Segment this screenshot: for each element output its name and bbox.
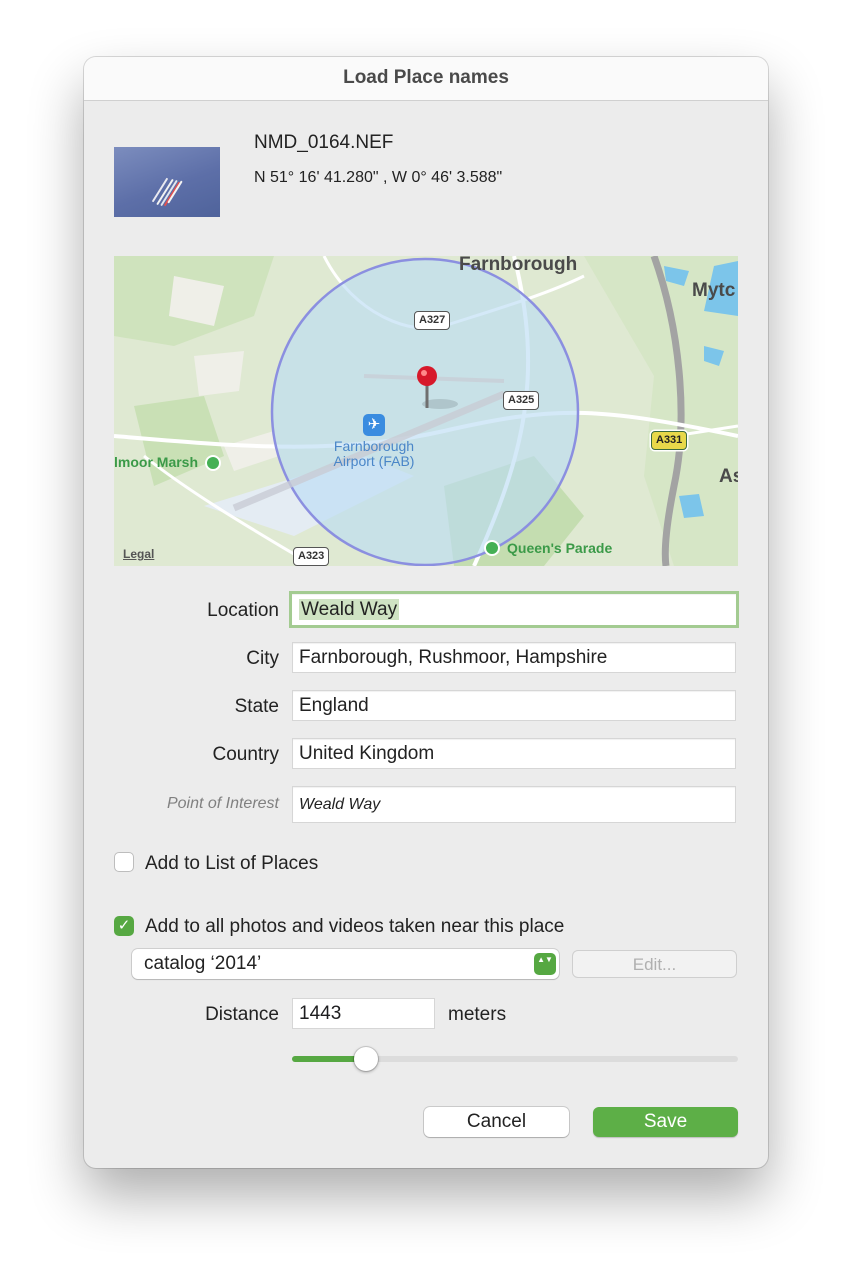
location-map[interactable]: Farnborough Mytc As A327 A325 A331 A323 … xyxy=(114,256,738,566)
map-background xyxy=(114,256,738,566)
add-to-list-label[interactable]: Add to List of Places xyxy=(145,853,318,875)
popup-arrows-icon: ▲▼ xyxy=(534,953,556,975)
map-label-queens-parade: Queen's Parade xyxy=(507,540,613,556)
road-shield-a327: A327 xyxy=(414,311,451,330)
photo-filename: NMD_0164.NEF xyxy=(254,132,394,153)
distance-label: Distance xyxy=(205,1004,279,1025)
poi-pin-icon xyxy=(484,540,500,556)
park-pin-icon xyxy=(205,455,221,471)
map-label-farnborough: Farnborough xyxy=(459,256,578,275)
load-place-names-dialog: Load Place names NMD_0164.NEF N 51° 16' … xyxy=(84,57,768,1168)
edit-button[interactable]: Edit... xyxy=(572,950,737,978)
state-label: State xyxy=(234,696,279,717)
location-field[interactable]: Weald Way xyxy=(289,591,739,628)
point-of-interest-field[interactable]: Weald Way xyxy=(292,786,736,823)
distance-slider-knob[interactable] xyxy=(353,1047,378,1071)
dialog-title: Load Place names xyxy=(84,57,768,101)
photo-coordinates: N 51° 16' 41.280" , W 0° 46' 3.588" xyxy=(254,169,503,186)
catalog-selected: catalog ‘2014’ xyxy=(144,953,262,974)
state-field[interactable]: England xyxy=(292,690,736,721)
road-shield-a325: A325 xyxy=(503,391,540,410)
location-label: Location xyxy=(207,600,279,621)
map-label-airport: Farnborough Airport (FAB) xyxy=(333,438,415,469)
add-to-list-checkbox[interactable] xyxy=(114,852,134,872)
map-label-marsh: lmoor Marsh xyxy=(114,454,199,470)
map-label-ash: As xyxy=(719,466,738,487)
point-of-interest-label: Point of Interest xyxy=(166,795,279,812)
city-field[interactable]: Farnborough, Rushmoor, Hampshire xyxy=(292,642,736,673)
road-shield-a323: A323 xyxy=(293,547,330,566)
city-label: City xyxy=(246,648,279,669)
photo-thumbnail-icon xyxy=(114,147,220,217)
save-button[interactable]: Save xyxy=(593,1107,738,1137)
map-label-mytchett: Mytc xyxy=(692,280,736,301)
road-shield-a331: A331 xyxy=(651,431,688,450)
location-value: Weald Way xyxy=(299,599,400,620)
distance-unit: meters xyxy=(448,1004,507,1025)
country-field[interactable]: United Kingdom xyxy=(292,738,736,769)
map-legal-link[interactable]: Legal xyxy=(123,547,154,561)
catalog-popup[interactable]: catalog ‘2014’ ▲▼ xyxy=(132,949,559,979)
distance-slider[interactable] xyxy=(292,1047,738,1071)
cancel-button[interactable]: Cancel xyxy=(424,1107,569,1137)
airplane-icon: ✈ xyxy=(363,414,385,436)
add-to-nearby-checkbox[interactable]: ✓ xyxy=(114,916,134,936)
distance-field[interactable]: 1443 xyxy=(292,998,435,1029)
country-label: Country xyxy=(212,744,279,765)
add-to-nearby-label[interactable]: Add to all photos and videos taken near … xyxy=(145,916,564,938)
